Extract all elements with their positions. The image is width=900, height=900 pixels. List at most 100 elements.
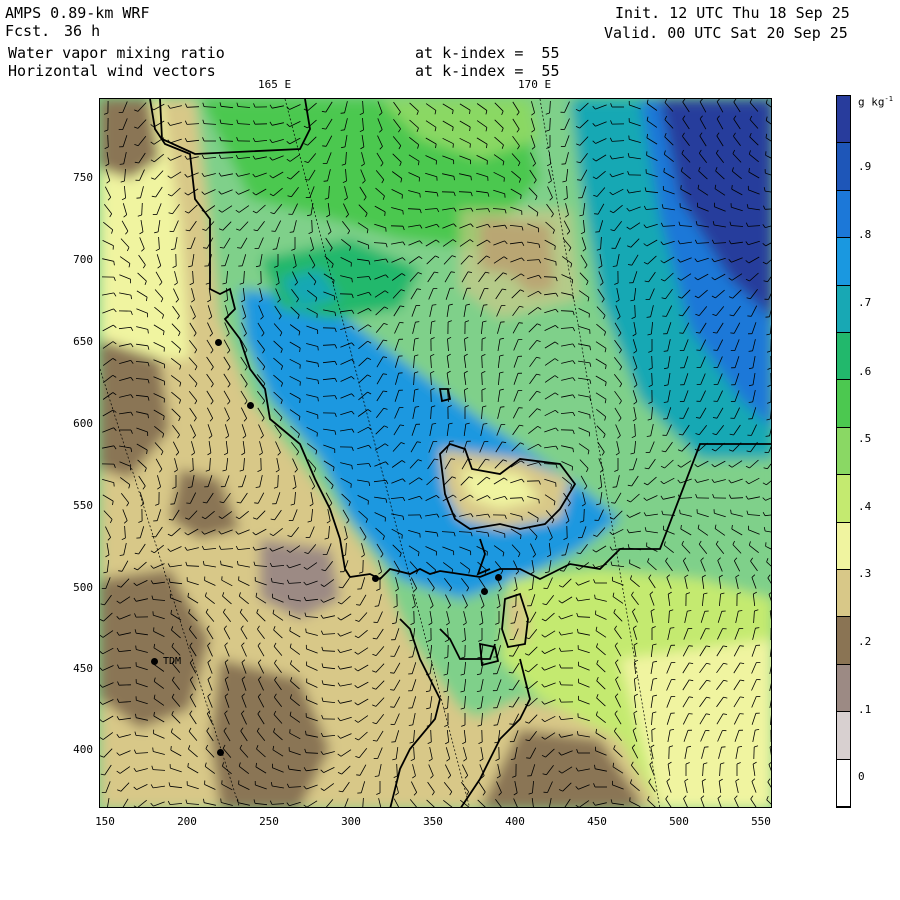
field-name-vectors: Horizontal wind vectors bbox=[8, 62, 216, 80]
wind-barb-feather bbox=[538, 499, 540, 504]
y-tick: 450 bbox=[73, 662, 93, 675]
station-label-tdm: TDM bbox=[163, 656, 182, 667]
colorbar-swatch bbox=[837, 522, 850, 570]
field-name-shaded: Water vapor mixing ratio bbox=[8, 44, 225, 62]
colorbar-swatch bbox=[837, 570, 850, 618]
wind-barb-feather bbox=[119, 163, 124, 165]
colorbar-unit: g kg-1 bbox=[858, 95, 893, 109]
station-marker bbox=[217, 749, 224, 756]
station-marker bbox=[215, 339, 222, 346]
wind-barb-feather bbox=[518, 322, 523, 324]
colorbar-swatch bbox=[837, 238, 850, 286]
wind-barb-feather bbox=[322, 145, 327, 147]
wind-barb-feather bbox=[220, 798, 222, 803]
colorbar-label: .7 bbox=[858, 296, 872, 309]
wind-barb-feather bbox=[340, 112, 345, 114]
colorbar-swatch bbox=[837, 712, 850, 760]
colorbar-swatch bbox=[837, 96, 850, 144]
model-title: AMPS 0.89-km WRF bbox=[5, 4, 150, 22]
wind-barb-feather bbox=[500, 406, 505, 408]
wind-barb-feather bbox=[526, 757, 531, 759]
x-tick: 450 bbox=[587, 815, 607, 828]
wind-barb-feather bbox=[356, 774, 361, 776]
colorbar-swatch bbox=[837, 759, 850, 807]
wind-barb-feather bbox=[688, 645, 693, 647]
wind-barb-feather bbox=[770, 627, 771, 628]
valid-time: Valid. 00 UTC Sat 20 Sep 25 bbox=[604, 24, 848, 42]
colorbar-swatch bbox=[837, 285, 850, 333]
x-tick: 300 bbox=[341, 815, 361, 828]
x-tick: 200 bbox=[177, 815, 197, 828]
wind-barb-feather bbox=[470, 176, 472, 181]
wind-barb-feather bbox=[561, 554, 566, 556]
y-tick: 600 bbox=[73, 417, 93, 430]
wind-barb-feather bbox=[419, 193, 421, 198]
x-tick: 150 bbox=[95, 815, 115, 828]
colorbar-label: .5 bbox=[858, 432, 872, 445]
wind-barb-feather bbox=[554, 245, 556, 250]
wind-barb-feather bbox=[594, 213, 599, 215]
colorbar bbox=[836, 95, 851, 808]
colorbar-label: 0 bbox=[858, 770, 865, 783]
map-panel bbox=[99, 98, 772, 808]
y-tick: 400 bbox=[73, 743, 93, 756]
station-marker bbox=[481, 588, 488, 595]
colorbar-swatch bbox=[837, 380, 850, 428]
x-tick: 250 bbox=[259, 815, 279, 828]
wind-barb-feather bbox=[321, 806, 322, 807]
wind-barb-feather bbox=[170, 746, 172, 751]
wind-barb-feather bbox=[521, 516, 523, 521]
wind-barb-feather bbox=[317, 346, 319, 351]
colorbar-swatch bbox=[837, 427, 850, 476]
station-marker bbox=[247, 402, 254, 409]
wind-barb-feather bbox=[739, 645, 744, 647]
colorbar-label: .1 bbox=[858, 703, 872, 716]
colorbar-label: .4 bbox=[858, 500, 872, 513]
x-tick: 500 bbox=[669, 815, 689, 828]
colorbar-label: .8 bbox=[858, 228, 872, 241]
colorbar-swatch bbox=[837, 617, 850, 665]
colorbar-swatch bbox=[837, 143, 850, 191]
station-marker-tdm bbox=[151, 658, 158, 665]
colorbar-swatch bbox=[837, 664, 850, 713]
y-tick: 750 bbox=[73, 171, 93, 184]
forecast-hours: 36 h bbox=[64, 22, 101, 40]
y-tick: 700 bbox=[73, 253, 93, 266]
wind-barb-feather bbox=[432, 304, 437, 306]
station-marker bbox=[495, 574, 502, 581]
wind-barb-feather bbox=[152, 747, 154, 752]
x-tick: 350 bbox=[423, 815, 443, 828]
x-tick: 550 bbox=[751, 815, 771, 828]
lon-label-170e: 170 E bbox=[518, 78, 552, 91]
colorbar-swatch bbox=[837, 333, 850, 381]
wind-barb-feather bbox=[483, 304, 488, 306]
wind-barb-feather bbox=[390, 706, 395, 708]
colorbar-swatch bbox=[837, 475, 850, 523]
wind-barb-feather bbox=[135, 645, 137, 650]
colorbar-label: .3 bbox=[858, 567, 872, 580]
colorbar-label: .2 bbox=[858, 635, 872, 648]
wind-barb-feather bbox=[254, 502, 259, 504]
colorbar-label: .6 bbox=[858, 365, 872, 378]
wind-barb-feather bbox=[493, 724, 498, 726]
wind-barb-feather bbox=[323, 180, 328, 182]
x-tick: 400 bbox=[505, 815, 525, 828]
colorbar-label: .9 bbox=[858, 160, 872, 173]
y-tick: 650 bbox=[73, 335, 93, 348]
wind-barb-feather bbox=[612, 486, 617, 488]
forecast-label: Fcst. bbox=[5, 22, 51, 40]
init-time: Init. 12 UTC Thu 18 Sep 25 bbox=[615, 4, 850, 22]
wind-barb-feather bbox=[299, 398, 301, 403]
wind-barb-feather bbox=[384, 211, 386, 216]
wind-barb-feather bbox=[509, 655, 514, 657]
map-canvas bbox=[100, 99, 771, 807]
wind-barb-feather bbox=[390, 672, 395, 674]
wind-barb-feather bbox=[402, 210, 404, 215]
wind-barb-feather bbox=[770, 729, 771, 731]
y-tick: 500 bbox=[73, 581, 93, 594]
y-tick: 550 bbox=[73, 499, 93, 512]
colorbar-swatch bbox=[837, 190, 850, 239]
wind-barb-feather bbox=[305, 628, 307, 633]
lon-label-165e: 165 E bbox=[258, 78, 292, 91]
station-marker bbox=[372, 575, 379, 582]
